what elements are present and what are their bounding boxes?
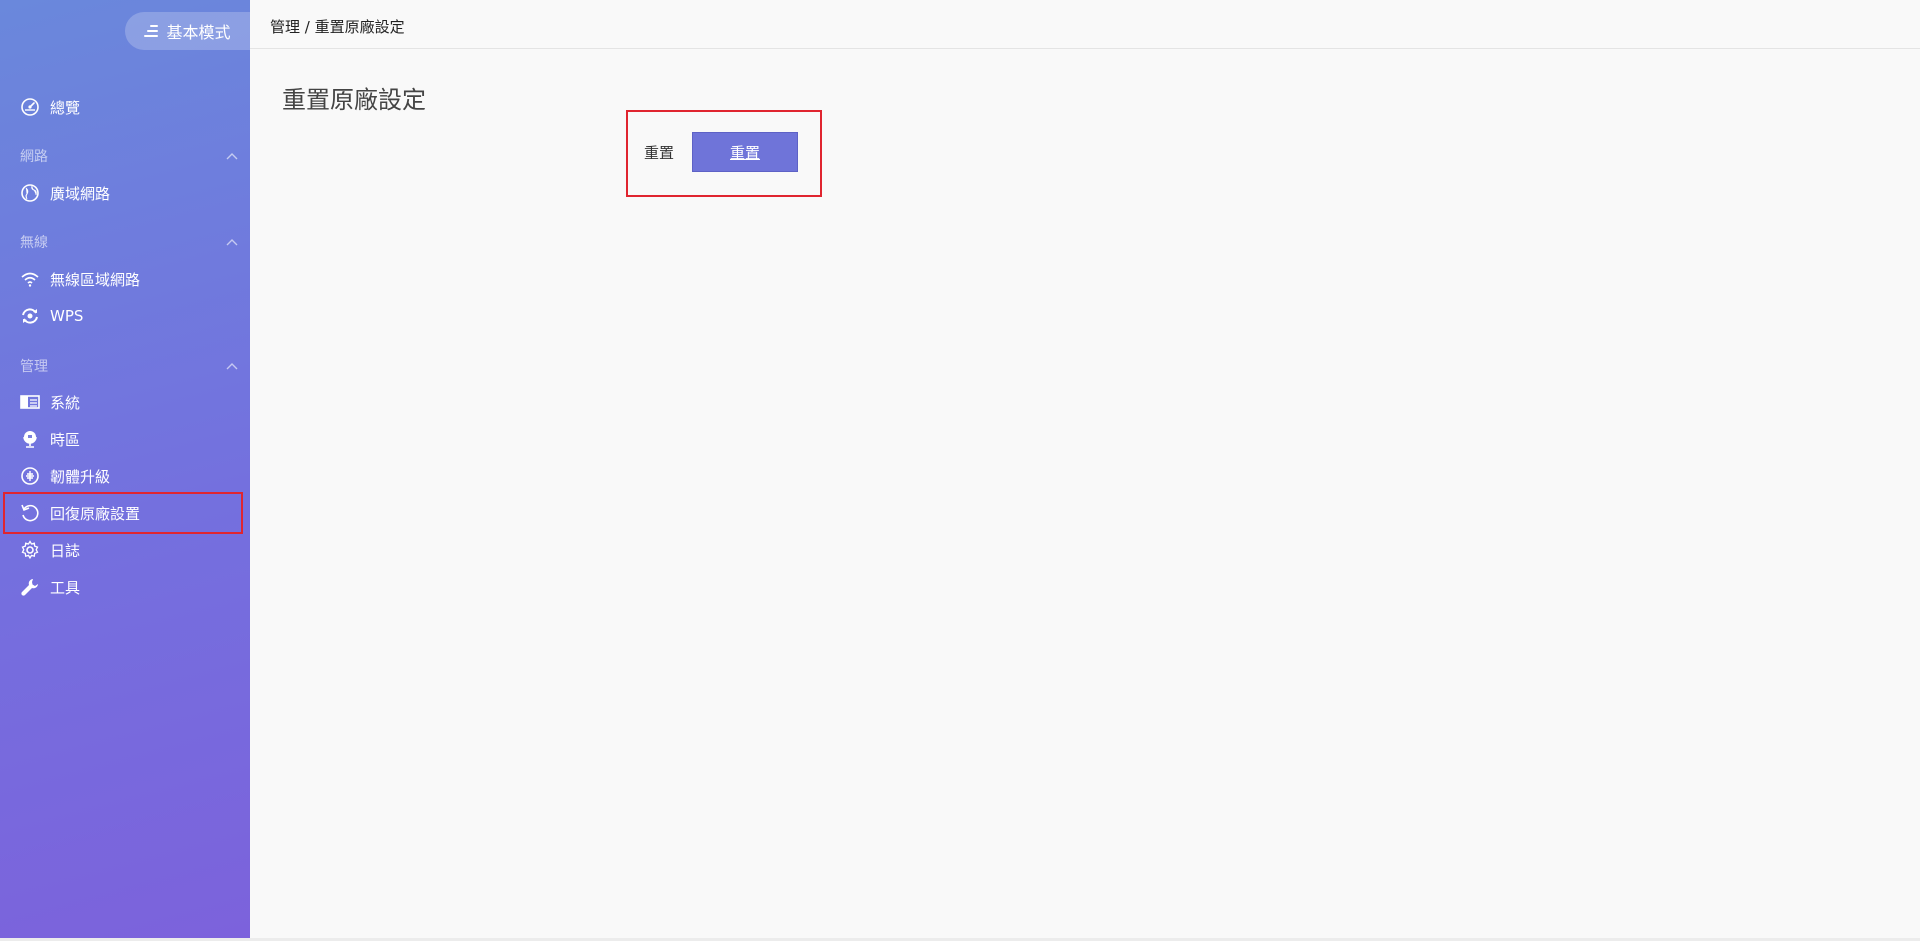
undo-icon xyxy=(20,503,40,523)
section-label: 無線 xyxy=(20,235,48,251)
section-header-network[interactable]: 網路 xyxy=(0,143,250,169)
dashboard-icon xyxy=(20,97,40,117)
globe-stand-icon xyxy=(20,429,40,449)
breadcrumb: 管理 / 重置原廠設定 xyxy=(270,18,405,36)
sidebar-item-wlan[interactable]: 無線區域網路 xyxy=(0,263,250,295)
sidebar-item-label: 工具 xyxy=(50,578,81,597)
reset-row: 重置 重置 xyxy=(644,132,799,172)
page-title: 重置原廠設定 xyxy=(282,86,426,114)
sidebar-item-factory-reset[interactable]: 回復原廠設置 xyxy=(0,497,250,529)
sidebar-item-wps[interactable]: WPS xyxy=(0,300,250,332)
section-header-management[interactable]: 管理 xyxy=(0,353,250,379)
main-content: 管理 / 重置原廠設定 重置原廠設定 重置 重置 xyxy=(250,0,1920,941)
section-header-wireless[interactable]: 無線 xyxy=(0,229,250,255)
sidebar-item-label: 總覽 xyxy=(50,98,81,117)
topbar-divider xyxy=(250,48,1920,49)
section-label: 管理 xyxy=(20,359,48,375)
wifi-icon xyxy=(20,269,40,289)
sidebar: 基本模式 總覽 網路 廣域網路 無線 無線區域網路 WPS 管理 系統 時區 韌… xyxy=(0,0,250,941)
app-window: 基本模式 總覽 網路 廣域網路 無線 無線區域網路 WPS 管理 系統 時區 韌… xyxy=(0,0,1920,941)
refresh-icon xyxy=(20,306,40,326)
reset-label: 重置 xyxy=(644,143,675,162)
sidebar-item-label: 時區 xyxy=(50,430,81,449)
chevron-up-icon xyxy=(226,358,238,374)
globe-icon xyxy=(20,183,40,203)
panel-icon xyxy=(20,392,40,412)
sidebar-item-log[interactable]: 日誌 xyxy=(0,534,250,566)
chevron-up-icon xyxy=(226,234,238,250)
sidebar-item-overview[interactable]: 總覽 xyxy=(0,91,250,123)
sidebar-item-tools[interactable]: 工具 xyxy=(0,571,250,603)
sidebar-item-label: 回復原廠設置 xyxy=(50,504,141,523)
section-label: 網路 xyxy=(20,149,48,165)
mode-list-icon xyxy=(144,25,159,37)
sidebar-item-system[interactable]: 系統 xyxy=(0,386,250,418)
wrench-icon xyxy=(20,577,40,597)
sidebar-item-timezone[interactable]: 時區 xyxy=(0,423,250,455)
mode-toggle-button[interactable]: 基本模式 xyxy=(125,12,250,50)
sidebar-item-firmware[interactable]: 韌體升級 xyxy=(0,460,250,492)
reset-button[interactable]: 重置 xyxy=(692,132,799,172)
chevron-up-icon xyxy=(226,148,238,164)
gear-icon xyxy=(20,540,40,560)
mode-label: 基本模式 xyxy=(166,23,231,42)
sidebar-item-label: 廣域網路 xyxy=(50,184,111,203)
sidebar-item-label: 無線區域網路 xyxy=(50,270,141,289)
firmware-update-icon xyxy=(20,466,40,486)
sidebar-item-label: WPS xyxy=(50,307,84,325)
sidebar-item-wan[interactable]: 廣域網路 xyxy=(0,177,250,209)
sidebar-item-label: 韌體升級 xyxy=(50,467,111,486)
sidebar-item-label: 系統 xyxy=(50,393,81,412)
sidebar-item-label: 日誌 xyxy=(50,541,81,560)
